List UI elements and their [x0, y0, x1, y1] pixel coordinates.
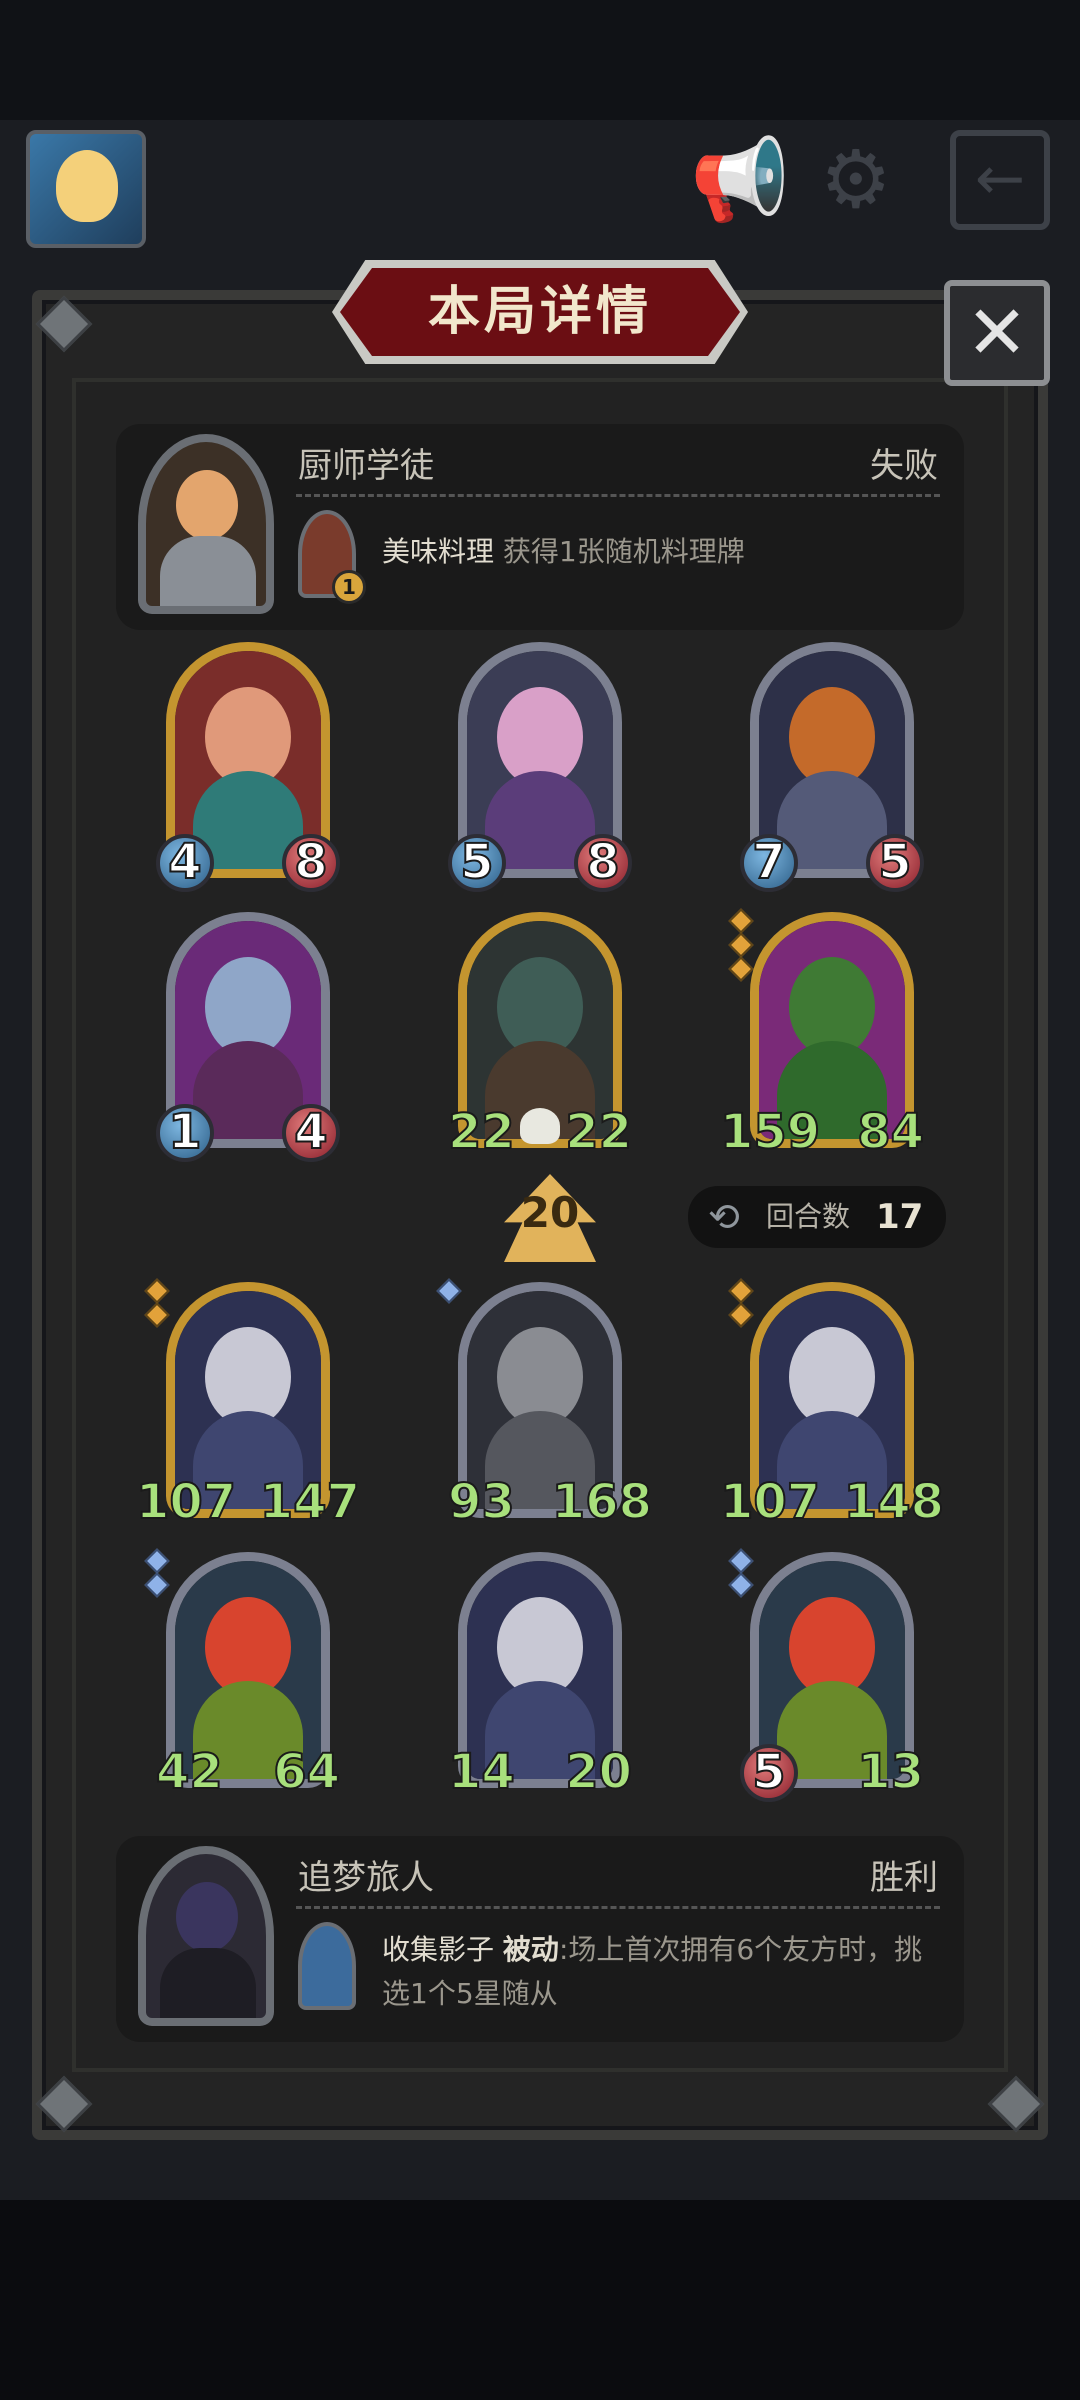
attack-value: 4 — [167, 833, 202, 891]
hero-skill-icon[interactable] — [298, 1922, 356, 2010]
attack-value: 93 — [447, 1473, 516, 1531]
player-result: 胜利 — [870, 1858, 938, 1898]
gear-icon[interactable]: ⚙ — [820, 130, 892, 230]
attack-value: 159 — [719, 1103, 821, 1161]
health-value: 168 — [551, 1473, 653, 1531]
minion-card[interactable]: 7 5 — [740, 642, 924, 892]
minion-card[interactable]: 107 148 — [719, 1278, 945, 1531]
star-rating — [728, 908, 754, 984]
close-button[interactable]: ✕ — [944, 280, 1050, 386]
hero-skill-text: 美味料理 获得1张随机料理牌 — [382, 530, 942, 574]
star-rating — [144, 1548, 170, 1600]
health-value: 8 — [293, 833, 328, 891]
minion-card[interactable]: 5 8 — [448, 642, 632, 892]
health-value: 22 — [564, 1103, 633, 1161]
minion-card[interactable]: 1 4 — [156, 912, 340, 1162]
health-value: 20 — [564, 1743, 633, 1801]
divider — [296, 494, 940, 497]
attack-value: 107 — [135, 1473, 237, 1531]
opponent-summary: 厨师学徒 失败 1 美味料理 获得1张随机料理牌 — [116, 424, 964, 630]
tavern-tier-value: 20 — [520, 1188, 580, 1237]
minion-card[interactable]: 42 64 — [144, 1548, 341, 1801]
minion-card[interactable]: 93 168 — [436, 1278, 653, 1531]
minion-card[interactable]: 159 84 — [719, 908, 925, 1161]
turns-value: 17 — [876, 1197, 924, 1237]
skill-name: 美味料理 — [382, 535, 495, 568]
attack-value: 14 — [447, 1743, 516, 1801]
divider — [296, 1906, 940, 1909]
opponent-portrait — [138, 434, 274, 614]
attack-value: 5 — [751, 1743, 786, 1801]
star-rating — [436, 1278, 462, 1306]
star-rating — [728, 1278, 754, 1330]
attack-value: 107 — [719, 1473, 821, 1531]
player-summary: 追梦旅人 胜利 收集影子 被动:场上首次拥有6个友方时，挑选1个5星随从 — [116, 1836, 964, 2042]
bottom-background — [0, 2200, 1080, 2400]
turn-counter: ⟲ 回合数 17 — [688, 1186, 946, 1248]
health-value: 84 — [856, 1103, 925, 1161]
minion-card[interactable]: 107 147 — [135, 1278, 361, 1531]
player-avatar-button[interactable] — [26, 130, 146, 248]
skill-description: 获得1张随机料理牌 — [494, 535, 745, 568]
minion-card[interactable]: 14 20 — [447, 1552, 633, 1801]
star-rating — [144, 1278, 170, 1330]
opponent-name: 厨师学徒 — [298, 446, 434, 486]
skill-level-badge: 1 — [332, 570, 366, 604]
close-icon: ✕ — [965, 290, 1028, 376]
skill-tag: 被动 — [502, 1933, 559, 1966]
avatar-face — [56, 150, 118, 222]
top-bar-background — [0, 0, 1080, 120]
health-value: 4 — [293, 1103, 328, 1161]
skull-icon — [520, 1108, 560, 1144]
skill-name: 收集影子 — [382, 1933, 495, 1966]
player-portrait — [138, 1846, 274, 2026]
panel-title: 本局详情 — [427, 282, 652, 342]
health-value: 8 — [585, 833, 620, 891]
attack-value: 5 — [459, 833, 494, 891]
health-value: 13 — [856, 1743, 925, 1801]
attack-value: 42 — [155, 1743, 224, 1801]
opponent-result: 失败 — [870, 446, 938, 486]
minion-card[interactable]: 22 22 — [447, 912, 633, 1161]
star-rating — [728, 1548, 754, 1600]
hero-skill-text: 收集影子 被动:场上首次拥有6个友方时，挑选1个5星随从 — [382, 1928, 942, 2016]
attack-value: 1 — [167, 1103, 202, 1161]
minion-card[interactable]: 4 8 — [156, 642, 340, 892]
health-value: 5 — [877, 833, 912, 891]
health-value: 148 — [843, 1473, 945, 1531]
attack-value: 7 — [751, 833, 786, 891]
refresh-icon: ⟲ — [708, 1195, 740, 1239]
attack-value: 22 — [447, 1103, 516, 1161]
minion-card[interactable]: 5 13 — [728, 1548, 925, 1802]
player-name: 追梦旅人 — [298, 1858, 434, 1898]
exit-icon[interactable]: ← — [950, 130, 1050, 230]
health-value: 147 — [259, 1473, 361, 1531]
health-value: 64 — [272, 1743, 341, 1801]
turns-label: 回合数 — [766, 1200, 851, 1233]
megaphone-icon[interactable]: 📢 — [690, 130, 790, 230]
